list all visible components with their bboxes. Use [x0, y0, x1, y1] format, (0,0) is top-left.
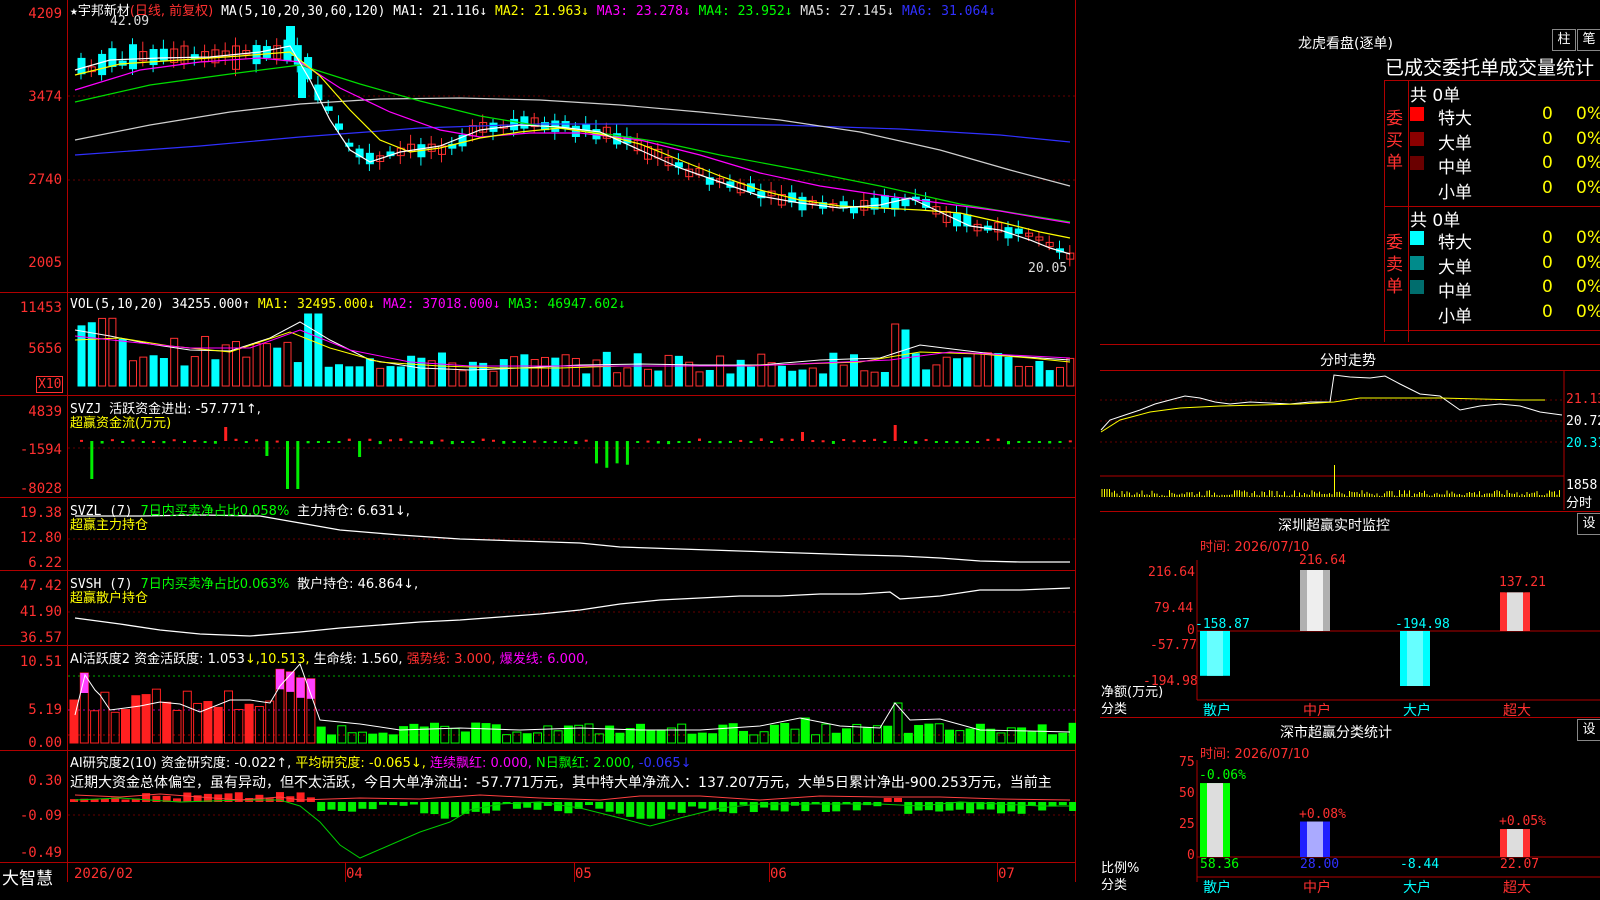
- class-bar-highlight: [1207, 783, 1223, 857]
- class-bar-highlight: [1507, 829, 1523, 857]
- class-pct-label: +0.05%: [1499, 814, 1546, 830]
- class-category-label: 中户: [1303, 880, 1331, 896]
- class-bar-highlight: [1307, 821, 1323, 857]
- class-pct-label: -0.06%: [1199, 768, 1246, 784]
- class-value-label: 22.07: [1500, 857, 1540, 872]
- class-category-label: 大户: [1403, 880, 1431, 896]
- class-value-label: 58.36: [1200, 857, 1240, 872]
- class-bar-chart: [1196, 760, 1600, 882]
- class-value-label: 28.00: [1300, 857, 1340, 872]
- class-pct-label: +0.08%: [1299, 806, 1346, 822]
- class-category-label: 散户: [1203, 880, 1231, 896]
- class-category-label: 超大: [1503, 880, 1531, 896]
- class-value-label: -8.44: [1400, 857, 1440, 872]
